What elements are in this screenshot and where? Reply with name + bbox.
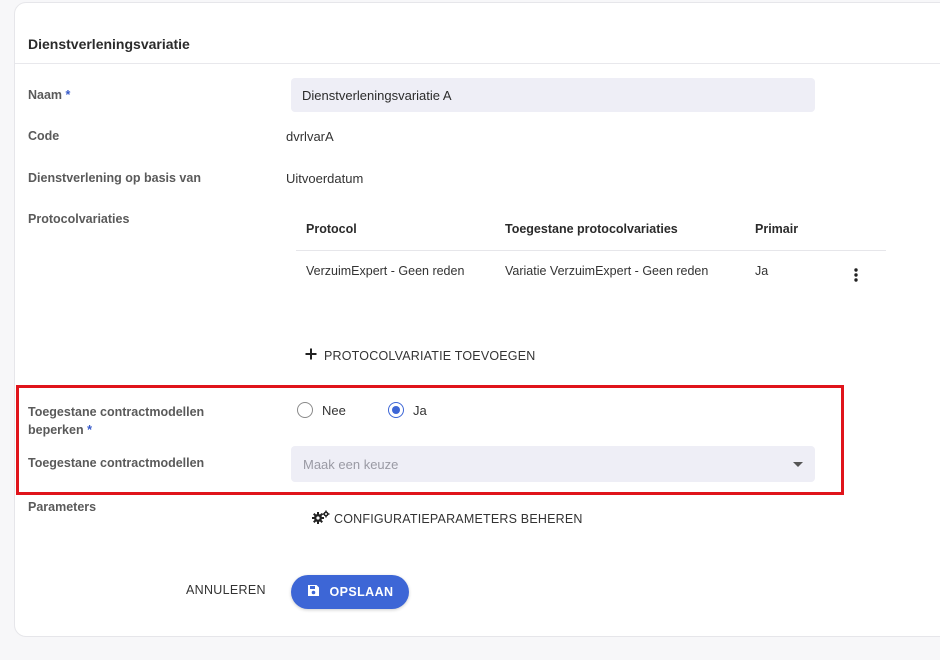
table-header-protocol: Protocol [306,222,357,236]
required-marker: * [65,88,71,102]
save-label: OPSLAAN [329,585,394,599]
plus-icon [304,347,318,364]
naam-input[interactable]: Dienstverleningsvariatie A [291,78,815,112]
caret-down-icon [793,461,803,467]
floppy-disk-icon [307,584,320,600]
section-title: Dienstverleningsvariatie [28,36,190,52]
configuratieparameters-beheren-label: CONFIGURATIEPARAMETERS BEHEREN [334,511,583,526]
radio-nee-label: Nee [322,402,346,418]
beperken-label-line2: beperken [28,423,84,437]
gears-icon [312,510,330,527]
table-header-primair: Primair [755,222,799,236]
code-label: Code [28,129,60,143]
contractmodellen-select[interactable]: Maak een keuze [291,446,815,482]
table-header-divider [296,250,886,251]
code-value: dvrlvarA [286,129,334,144]
naam-label-text: Naam [28,88,63,102]
basis-label: Dienstverlening op basis van [28,171,201,185]
radio-ja-label: Ja [413,402,427,418]
contractmodellen-placeholder: Maak een keuze [303,456,399,472]
radio-circle-unchecked[interactable] [297,402,313,418]
cancel-button[interactable]: ANNULEREN [186,583,266,597]
beperken-label-line1: Toegestane contractmodellen [28,405,205,419]
table-cell-primair: Ja [755,264,769,278]
table-cell-protocol: VerzuimExpert - Geen reden [306,264,465,278]
contractmodellen-label: Toegestane contractmodellen [28,456,205,470]
basis-value: Uitvoerdatum [286,171,364,186]
add-protocolvariatie-label: PROTOCOLVARIATIE TOEVOEGEN [324,348,536,363]
kebab-menu-icon[interactable] [850,267,862,283]
radio-nee[interactable]: Nee [297,402,346,418]
parameters-label: Parameters [28,500,97,514]
add-protocolvariatie-button[interactable]: PROTOCOLVARIATIE TOEVOEGEN [304,347,536,364]
beperken-label: Toegestane contractmodellen beperken * [28,403,204,439]
required-marker: * [87,423,92,437]
table-cell-toegestane-protocolvariatie: Variatie VerzuimExpert - Geen reden [505,264,709,278]
naam-input-value: Dienstverleningsvariatie A [302,87,452,103]
configuratieparameters-beheren-button[interactable]: CONFIGURATIEPARAMETERS BEHEREN [312,510,583,527]
protocolvariaties-label: Protocolvariaties [28,212,130,226]
radio-circle-checked[interactable] [388,402,404,418]
save-button[interactable]: OPSLAAN [291,575,409,609]
radio-ja[interactable]: Ja [388,402,427,418]
naam-label: Naam * [28,86,70,104]
divider [15,63,940,64]
table-header-toegestane-protocolvariaties: Toegestane protocolvariaties [505,222,678,236]
